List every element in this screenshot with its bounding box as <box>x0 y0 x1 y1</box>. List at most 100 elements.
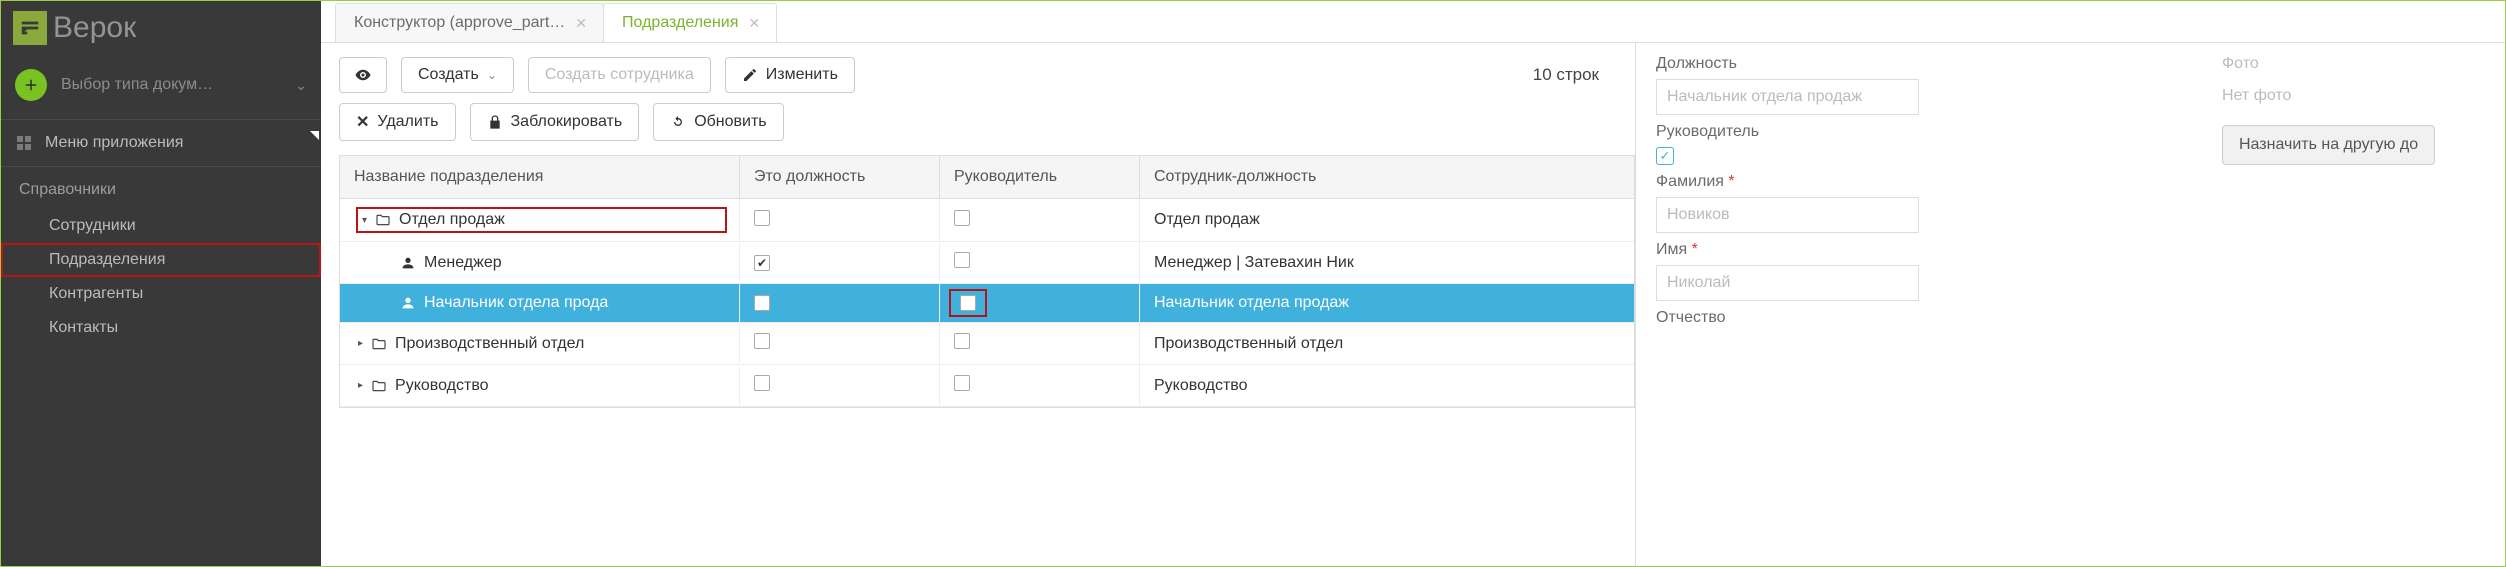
table-row[interactable]: Менеджер ✔ Менеджер | Затевахин Ник <box>340 242 1634 284</box>
row-employee: Производственный отдел <box>1140 325 1634 363</box>
sidebar-item-contractors[interactable]: Контрагенты <box>1 277 321 311</box>
is-head-checkbox[interactable] <box>954 210 970 226</box>
create-label: Создать <box>418 66 479 84</box>
col-is-position[interactable]: Это должность <box>740 156 940 198</box>
tab-label: Конструктор (approve_part… <box>354 14 565 32</box>
row-name: Отдел продаж <box>399 211 505 229</box>
tab-bar: Конструктор (approve_part… ✕ Подразделен… <box>321 1 2505 43</box>
field-head: Руководитель ✓ <box>1656 123 1919 165</box>
caret-down-icon: ⌄ <box>487 68 497 82</box>
folder-icon <box>371 378 387 394</box>
refresh-label: Обновить <box>694 113 766 131</box>
head-label: Руководитель <box>1656 123 1919 141</box>
is-head-checkbox[interactable] <box>954 375 970 391</box>
surname-input[interactable]: Новиков <box>1656 197 1919 233</box>
close-icon[interactable]: ✕ <box>748 15 760 32</box>
position-input[interactable]: Начальник отдела продаж <box>1656 79 1919 115</box>
departments-grid: Название подразделения Это должность Рук… <box>339 155 1635 408</box>
delete-label: Удалить <box>377 113 438 131</box>
lock-icon <box>487 114 503 130</box>
tab-label: Подразделения <box>622 14 738 32</box>
chevron-down-icon: ⌄ <box>295 77 307 94</box>
brand-text: Верок <box>53 11 136 45</box>
lock-button[interactable]: Заблокировать <box>470 103 640 141</box>
name-label: Имя * <box>1656 241 1919 259</box>
field-surname: Фамилия * Новиков <box>1656 173 1919 233</box>
row-name: Начальник отдела прода <box>424 294 608 312</box>
name-input[interactable]: Николай <box>1656 265 1919 301</box>
is-position-checkbox[interactable] <box>754 375 770 391</box>
inspector-panel: Должность Начальник отдела продаж Фото Н… <box>1635 43 2505 566</box>
view-toggle-button[interactable] <box>339 57 387 93</box>
row-employee: Менеджер | Затевахин Ник <box>1140 244 1634 282</box>
field-position: Должность Начальник отдела продаж <box>1656 55 1919 115</box>
delete-button[interactable]: ✕ Удалить <box>339 103 456 141</box>
grid-header: Название подразделения Это должность Рук… <box>340 156 1634 199</box>
position-label: Должность <box>1656 55 1919 73</box>
is-head-checkbox[interactable] <box>954 333 970 349</box>
brand-row: Верок <box>1 1 321 59</box>
user-icon <box>400 255 416 271</box>
photo-value: Нет фото <box>2222 79 2485 113</box>
sidebar-item-employees[interactable]: Сотрудники <box>1 209 321 243</box>
is-position-checkbox[interactable] <box>754 210 770 226</box>
row-name: Руководство <box>395 377 489 395</box>
col-name[interactable]: Название подразделения <box>340 156 740 198</box>
x-icon: ✕ <box>356 112 369 132</box>
is-position-checkbox[interactable]: ✔ <box>754 255 770 271</box>
close-icon[interactable]: ✕ <box>575 15 587 32</box>
is-head-checkbox[interactable] <box>954 252 970 268</box>
menu-applications[interactable]: Меню приложения <box>1 119 321 167</box>
row-employee: Отдел продаж <box>1140 201 1634 239</box>
is-head-checkbox[interactable]: ✔ <box>960 295 976 311</box>
folder-icon <box>375 212 391 228</box>
is-position-checkbox[interactable]: ✔ <box>754 295 770 311</box>
row-employee: Начальник отдела продаж <box>1140 284 1634 322</box>
table-row[interactable]: ▸РуководствоРуководство <box>340 365 1634 407</box>
apps-grid-icon <box>17 136 31 150</box>
lock-label: Заблокировать <box>511 113 623 131</box>
col-employee-position[interactable]: Сотрудник-должность <box>1140 156 1634 198</box>
head-checkbox[interactable]: ✓ <box>1656 147 1674 165</box>
is-position-checkbox[interactable] <box>754 333 770 349</box>
field-patronymic: Отчество <box>1656 309 1919 327</box>
tree-caret-icon[interactable]: ▸ <box>358 338 363 349</box>
brand-icon <box>13 11 47 45</box>
row-name: Менеджер <box>424 254 502 272</box>
center-panel: Создать ⌄ Создать сотрудника Изменить 10… <box>321 43 1635 566</box>
table-row[interactable]: ▾ Отдел продаж Отдел продаж <box>340 199 1634 242</box>
references-header[interactable]: Справочники <box>1 167 321 209</box>
field-photo: Фото Нет фото <box>2222 55 2485 115</box>
add-document-button[interactable] <box>15 69 47 101</box>
table-row[interactable]: ▸ Производственный отдел Производственный … <box>340 323 1634 365</box>
menu-app-label: Меню приложения <box>45 134 183 152</box>
references-list: Сотрудники Подразделения Контрагенты Кон… <box>1 209 321 345</box>
edit-button[interactable]: Изменить <box>725 57 855 93</box>
pencil-icon <box>742 67 758 83</box>
sidebar: Верок Выбор типа докум… ⌄ Меню приложени… <box>1 1 321 566</box>
create-employee-button[interactable]: Создать сотрудника <box>528 57 711 93</box>
tab-constructor[interactable]: Конструктор (approve_part… ✕ <box>335 3 604 42</box>
tree-caret-icon[interactable]: ▾ <box>362 215 367 226</box>
table-row[interactable]: Начальник отдела прода ✔ ✔ Начальник отдела… <box>340 284 1634 323</box>
tab-departments[interactable]: Подразделения ✕ <box>603 3 777 42</box>
patronymic-label: Отчество <box>1656 309 1919 327</box>
photo-label: Фото <box>2222 55 2485 73</box>
doc-type-selector[interactable]: Выбор типа докум… ⌄ <box>1 59 321 119</box>
sidebar-item-departments[interactable]: Подразделения <box>1 243 321 277</box>
col-is-head[interactable]: Руководитель <box>940 156 1140 198</box>
tree-caret-icon[interactable]: ▸ <box>358 380 363 391</box>
row-name: Производственный отдел <box>395 335 584 353</box>
toolbar-secondary: ✕ Удалить Заблокировать Обновить <box>321 99 1635 155</box>
assign-other-position-button[interactable]: Назначить на другую до <box>2222 125 2435 165</box>
row-count: 10 строк <box>1533 65 1617 85</box>
sidebar-collapse-handle[interactable] <box>310 131 319 140</box>
sidebar-item-contacts[interactable]: Контакты <box>1 311 321 345</box>
create-employee-label: Создать сотрудника <box>545 66 694 84</box>
create-button[interactable]: Создать ⌄ <box>401 57 514 93</box>
refresh-icon <box>670 114 686 130</box>
surname-label: Фамилия * <box>1656 173 1919 191</box>
field-name: Имя * Николай <box>1656 241 1919 301</box>
refresh-button[interactable]: Обновить <box>653 103 783 141</box>
edit-label: Изменить <box>766 66 838 84</box>
